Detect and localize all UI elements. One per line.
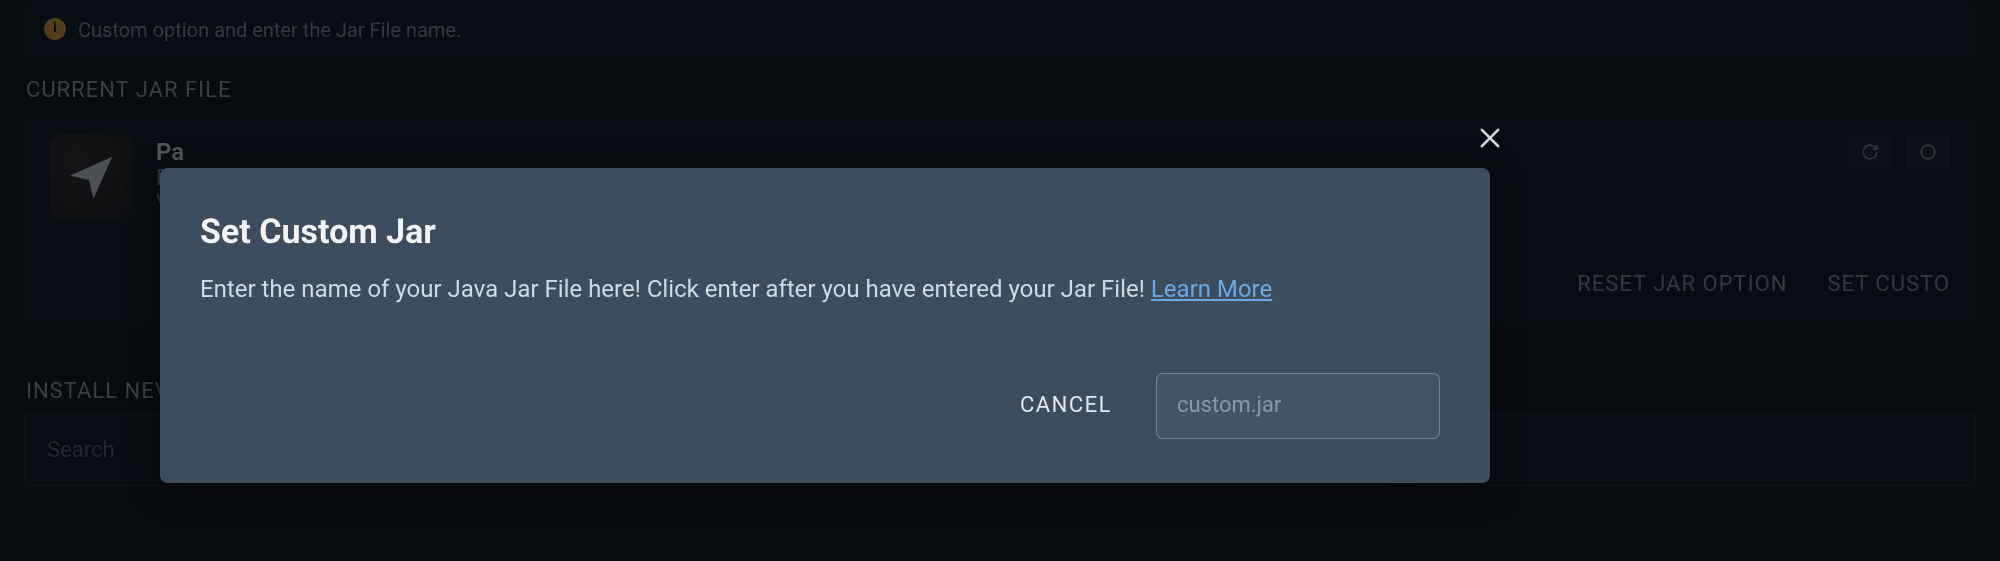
close-icon[interactable] <box>1470 118 1510 158</box>
set-custom-jar-modal: Set Custom Jar Enter the name of your Ja… <box>160 168 1490 483</box>
cancel-button[interactable]: CANCEL <box>1020 393 1112 418</box>
modal-description: Enter the name of your Java Jar File her… <box>200 272 1440 307</box>
custom-jar-input[interactable] <box>1156 373 1440 439</box>
learn-more-link[interactable]: Learn More <box>1151 275 1272 303</box>
modal-title: Set Custom Jar <box>200 212 1440 252</box>
